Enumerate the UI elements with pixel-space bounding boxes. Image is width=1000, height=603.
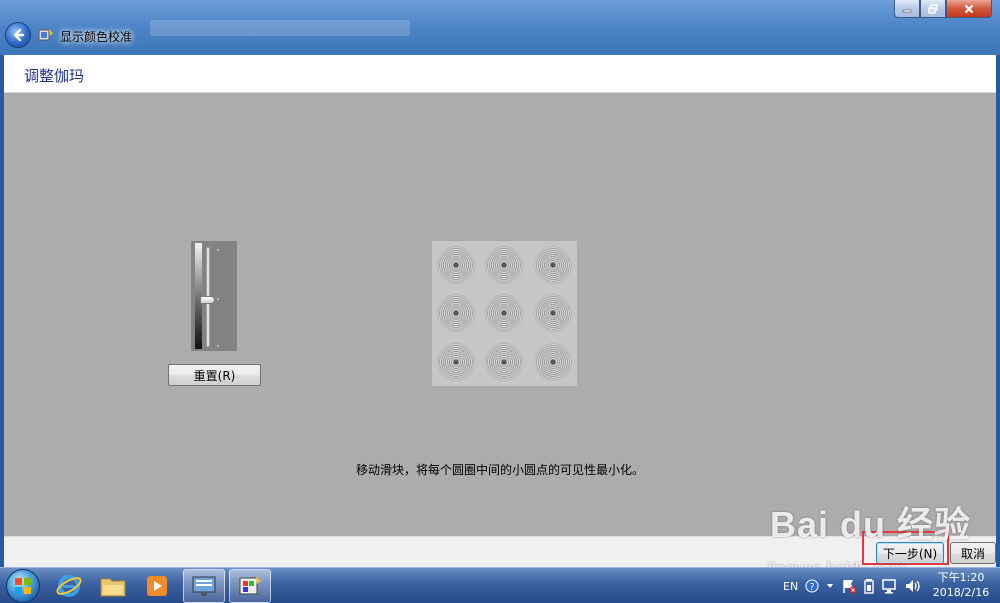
gamma-circle bbox=[432, 289, 480, 337]
media-player-icon bbox=[147, 576, 167, 596]
close-icon bbox=[964, 4, 974, 13]
help-icon[interactable]: ? bbox=[805, 579, 819, 593]
gamma-circle bbox=[432, 338, 480, 386]
gamma-circle bbox=[529, 241, 577, 289]
chevron-down-icon[interactable] bbox=[826, 582, 834, 590]
network-icon[interactable] bbox=[881, 578, 897, 594]
instruction-text: 移动滑块，将每个圆圈中间的小圆点的可见性最小化。 bbox=[355, 463, 644, 477]
gamma-circle bbox=[529, 289, 577, 337]
minimize-icon bbox=[902, 9, 912, 12]
ie-icon bbox=[56, 575, 82, 597]
taskbar-ie[interactable] bbox=[48, 569, 90, 603]
cancel-button[interactable]: 取消 bbox=[950, 542, 996, 564]
gamma-slider-thumb[interactable] bbox=[200, 296, 215, 304]
gamma-circle bbox=[480, 338, 528, 386]
taskbar-media-player[interactable] bbox=[136, 569, 178, 603]
gamma-circle bbox=[480, 241, 528, 289]
arrow-left-icon bbox=[13, 28, 25, 42]
main-content: 重置(R) 移动滑块，将每个圆圈中间的小圆点的可见性最小化。 bbox=[4, 93, 996, 536]
taskbar-explorer[interactable] bbox=[92, 569, 134, 603]
clock-time: 下午1:20 bbox=[937, 571, 985, 584]
action-center-flag-icon[interactable] bbox=[841, 578, 857, 594]
clock-date: 2018/2/16 bbox=[932, 586, 990, 599]
gamma-circle bbox=[529, 338, 577, 386]
page-title: 调整伽玛 bbox=[24, 67, 85, 85]
window-title: 显示颜色校准 bbox=[60, 30, 133, 44]
taskbar: EN ? 下午1:20 2018/2/16 bbox=[0, 567, 1000, 603]
color-calibration-icon bbox=[239, 576, 261, 595]
title-bar: 显示颜色校准 bbox=[0, 0, 1000, 55]
taskbar-display-settings[interactable] bbox=[183, 569, 225, 603]
color-calibration-icon bbox=[38, 29, 53, 41]
close-button[interactable] bbox=[946, 0, 992, 18]
battery-icon[interactable] bbox=[864, 578, 874, 594]
system-clock[interactable]: 下午1:20 2018/2/16 bbox=[928, 570, 994, 600]
gamma-test-pattern bbox=[432, 241, 577, 386]
back-button[interactable] bbox=[5, 22, 31, 48]
taskbar-color-calibration[interactable] bbox=[229, 569, 271, 603]
minimize-button[interactable] bbox=[894, 0, 920, 18]
language-indicator[interactable]: EN bbox=[783, 580, 798, 593]
caption-buttons bbox=[894, 0, 992, 18]
reset-button[interactable]: 重置(R) bbox=[168, 364, 261, 386]
gamma-circle bbox=[480, 289, 528, 337]
explorer-icon bbox=[100, 578, 126, 597]
page-header: 调整伽玛 bbox=[4, 55, 996, 93]
next-button-highlight bbox=[862, 531, 949, 565]
slider-tick bbox=[217, 345, 219, 347]
svg-text:?: ? bbox=[810, 582, 815, 593]
slider-tick bbox=[217, 249, 219, 251]
windows-logo-icon bbox=[15, 578, 31, 594]
slider-tick bbox=[217, 298, 219, 300]
start-button[interactable] bbox=[6, 569, 40, 603]
gamma-slider-panel bbox=[191, 241, 237, 351]
display-settings-icon bbox=[192, 576, 216, 596]
system-tray: EN ? bbox=[783, 572, 922, 600]
address-blur bbox=[150, 20, 410, 36]
volume-icon[interactable] bbox=[904, 578, 922, 594]
restore-button[interactable] bbox=[920, 0, 946, 18]
wizard-footer: 下一步(N) 取消 bbox=[4, 536, 996, 567]
gamma-circle bbox=[432, 241, 480, 289]
restore-icon bbox=[928, 3, 938, 14]
